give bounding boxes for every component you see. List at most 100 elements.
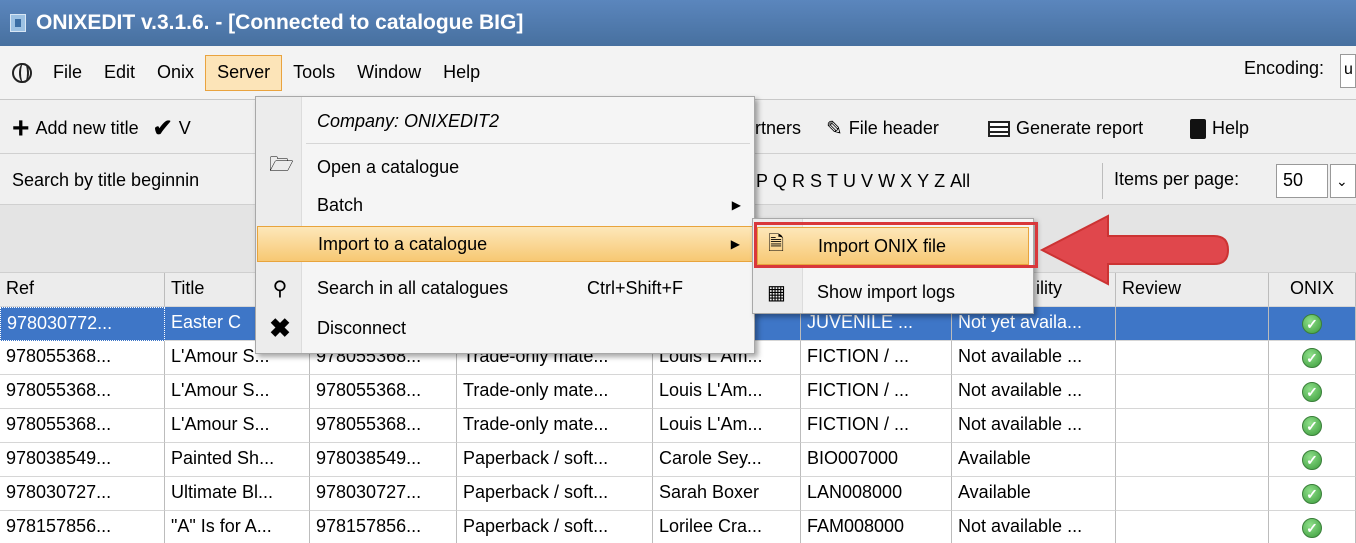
check-circle-icon: ✓ [1302,484,1322,504]
cell: Carole Sey... [653,443,801,477]
search-all-label: Search in all catalogues [317,277,509,298]
submenu-arrow-icon: ▶ [730,237,740,251]
cell-availability: Available [952,443,1116,477]
cell: FICTION / ... [801,375,952,409]
cell: Sarah Boxer [653,477,801,511]
column-header-onix[interactable]: ONIX [1269,273,1356,307]
check-circle-icon: ✓ [1302,314,1322,334]
table-row[interactable]: 978055368... L'Amour S... 978055368... T… [0,409,1356,443]
cell-availability: Not available ... [952,341,1116,375]
cell-onix: ✓ [1269,375,1356,409]
menu-tools[interactable]: Tools [282,55,346,91]
menu-separator [306,143,750,144]
cell: Paperback / soft... [457,443,653,477]
letter-p[interactable]: P [756,171,768,192]
cell-review [1116,409,1269,443]
chevron-down-icon[interactable]: ⌄ [1330,164,1356,198]
cell-title: L'Amour S... [165,375,310,409]
window-title: ONIXEDIT v.3.1.6. - [Connected to catalo… [36,11,524,34]
partners-label: rtners [755,118,802,138]
cell-title: L'Amour S... [165,409,310,443]
cell-onix: ✓ [1269,341,1356,375]
book-icon [1190,118,1206,139]
check-circle-icon: ✓ [1302,382,1322,402]
letter-all[interactable]: All [950,171,970,192]
cell: Trade-only mate... [457,409,653,443]
letter-w[interactable]: W [878,171,895,192]
cell-ref: 978030772... [0,307,165,341]
encoding-select[interactable]: u [1340,54,1356,88]
cell-review [1116,511,1269,543]
cell-review [1116,375,1269,409]
cell-review [1116,477,1269,511]
letter-filter: P Q R S T U V W X Y Z All [756,157,970,205]
add-new-title-label: Add new title [35,118,139,138]
table-row[interactable]: 978038549... Painted Sh... 978038549... … [0,443,1356,477]
add-new-title-button[interactable]: + Add new title [0,109,139,149]
file-header-label: File header [848,118,939,138]
menu-edit[interactable]: Edit [93,55,146,91]
cell-onix: ✓ [1269,477,1356,511]
menu-item-open-catalogue[interactable]: 🗁 Open a catalogue [257,149,753,185]
menu-server[interactable]: Server [205,54,283,91]
letter-y[interactable]: Y [917,171,929,192]
letter-q[interactable]: Q [773,171,787,192]
import-to-catalogue-label: Import to a catalogue [318,233,488,254]
cell: Louis L'Am... [653,409,801,443]
menu-item-disconnect[interactable]: ✖ Disconnect [257,310,753,346]
menu-file[interactable]: File [42,55,93,91]
check-circle-icon: ✓ [1302,518,1322,538]
cell: 978055368... [310,375,457,409]
cell: LAN008000 [801,477,952,511]
menubar: File Edit Onix Server Tools Window Help … [0,46,1356,100]
letter-u[interactable]: U [843,171,856,192]
menu-help[interactable]: Help [432,55,491,91]
cell-review [1116,341,1269,375]
search-icon: ⚲ [272,277,288,300]
menu-item-import-to-catalogue[interactable]: Import to a catalogue ▶ [257,226,753,262]
validate-label: V [178,118,191,138]
generate-report-button[interactable]: Generate report [988,109,1143,149]
cell: BIO007000 [801,443,952,477]
check-circle-icon: ✓ [1302,416,1322,436]
cell: FAM008000 [801,511,952,543]
table-row[interactable]: 978055368... L'Amour S... 978055368... T… [0,375,1356,409]
cell: 978157856... [310,511,457,543]
plus-icon: + [12,111,30,145]
search-by-title-label: Search by title beginnin [12,170,200,190]
letter-t[interactable]: T [827,171,838,192]
letter-r[interactable]: R [792,171,805,192]
partners-button[interactable]: rtners [755,109,801,149]
cell: Paperback / soft... [457,511,653,543]
menu-item-search-all[interactable]: ⚲ Search in all catalogues Ctrl+Shift+F [257,270,753,306]
report-icon [988,120,1010,137]
cell-availability: Not available ... [952,511,1116,543]
table-row[interactable]: 978030727... Ultimate Bl... 978030727...… [0,477,1356,511]
submenu-arrow-icon: ▶ [731,198,741,212]
validate-button[interactable]: ✔ V [139,109,191,149]
cell-ref: 978038549... [0,443,165,477]
annotation-arrow-icon [1039,214,1230,286]
globe-icon[interactable] [12,62,32,83]
menu-item-batch[interactable]: Batch ▶ [257,187,753,223]
cell-ref: 978055368... [0,341,165,375]
menu-window[interactable]: Window [346,55,432,91]
letter-x[interactable]: X [900,171,912,192]
cell: Paperback / soft... [457,477,653,511]
letter-v[interactable]: V [861,171,873,192]
cell-ref: 978055368... [0,375,165,409]
menu-item-show-import-logs[interactable]: ▦ Show import logs [757,273,1029,311]
search-all-shortcut: Ctrl+Shift+F [587,277,684,298]
letter-s[interactable]: S [810,171,822,192]
encoding-label: Encoding: [1243,58,1324,78]
separator [1102,163,1103,199]
file-header-button[interactable]: ✎ File header [826,109,939,149]
menu-onix[interactable]: Onix [146,55,205,91]
help-button[interactable]: Help [1190,109,1249,149]
cell-availability: Not available ... [952,375,1116,409]
table-row[interactable]: 978157856... "A" Is for A... 978157856..… [0,511,1356,543]
column-header-ref[interactable]: Ref [0,273,165,307]
letter-z[interactable]: Z [934,171,945,192]
window-titlebar: ONIXEDIT v.3.1.6. - [Connected to catalo… [0,0,1356,46]
items-per-page-select[interactable]: 50 [1276,164,1328,198]
